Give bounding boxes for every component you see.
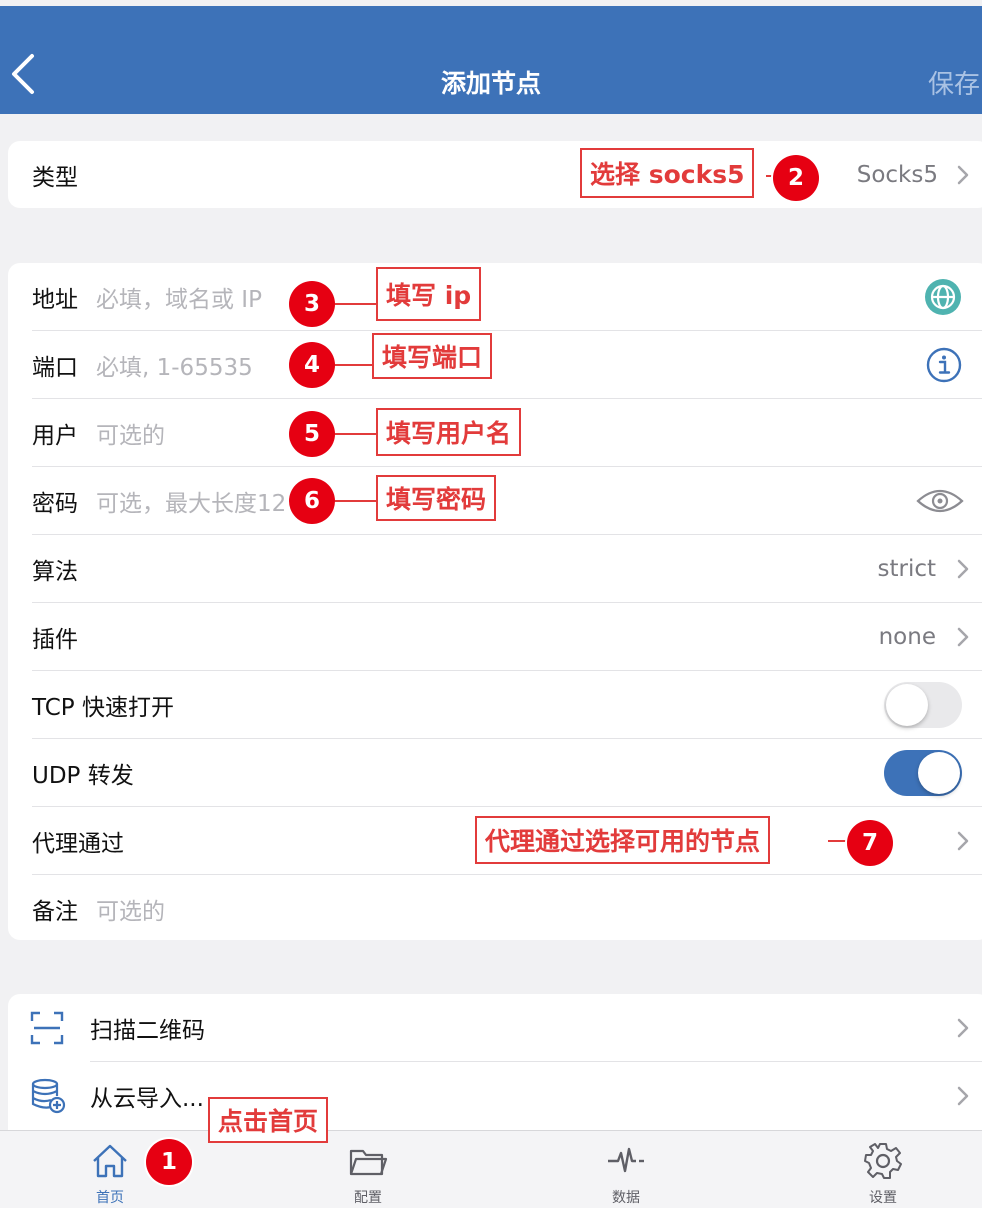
algorithm-row[interactable]: 算法 strict	[8, 535, 982, 603]
chevron-right-icon	[957, 627, 969, 647]
actions-card: 扫描二维码 从云导入...	[8, 994, 982, 1130]
proxy-via-label: 代理通过	[32, 831, 124, 857]
user-label: 用户	[32, 423, 78, 449]
annotation-fill-password: 填写密码	[376, 475, 497, 521]
annotation-connector	[828, 840, 848, 842]
annotation-connector	[335, 303, 377, 305]
info-icon[interactable]	[926, 347, 962, 383]
type-card: 类型 Socks5	[8, 141, 982, 208]
chevron-right-icon	[957, 1086, 969, 1106]
chevron-right-icon	[957, 1018, 969, 1038]
note-input[interactable]: 可选的	[96, 892, 165, 926]
tcp-fast-open-row: TCP 快速打开	[8, 671, 982, 739]
password-input[interactable]: 可选，最大长度12	[96, 484, 286, 518]
tab-settings[interactable]: 设置	[823, 1131, 943, 1208]
annotation-fill-port: 填写端口	[372, 333, 493, 379]
pulse-icon	[608, 1147, 644, 1173]
annotation-badge-4: 4	[289, 342, 335, 388]
tab-settings-label: 设置	[869, 1190, 897, 1206]
type-row[interactable]: 类型 Socks5	[8, 141, 982, 208]
password-label: 密码	[32, 491, 78, 517]
tcp-fast-open-label: TCP 快速打开	[32, 695, 174, 721]
annotation-badge-5: 5	[289, 411, 335, 457]
plugin-value: none	[878, 624, 936, 650]
udp-forward-toggle[interactable]	[884, 750, 962, 796]
chevron-right-icon	[957, 831, 969, 851]
annotation-click-home: 点击首页	[208, 1097, 329, 1143]
folder-icon	[349, 1149, 388, 1176]
gear-icon	[864, 1143, 902, 1179]
scan-qr-row[interactable]: 扫描二维码	[8, 994, 982, 1062]
annotation-badge-6: 6	[289, 478, 335, 524]
note-label: 备注	[32, 899, 78, 925]
cloud-import-row[interactable]: 从云导入...	[8, 1062, 982, 1130]
toggle-knob	[886, 684, 928, 726]
annotation-connector	[335, 433, 377, 435]
annotation-fill-ip: 填写 ip	[376, 267, 482, 321]
database-add-icon	[31, 1078, 66, 1114]
user-input[interactable]: 可选的	[96, 416, 165, 450]
chevron-right-icon	[957, 559, 969, 579]
port-input[interactable]: 必填, 1-65535	[96, 348, 253, 382]
type-label: 类型	[32, 164, 78, 191]
annotation-fill-username: 填写用户名	[376, 408, 522, 456]
toggle-knob	[918, 752, 960, 794]
address-input[interactable]: 必填，域名或 IP	[96, 280, 262, 314]
tab-home-label: 首页	[96, 1190, 124, 1206]
type-value: Socks5	[856, 161, 938, 188]
page-title: 添加节点	[440, 69, 541, 98]
tab-data-label: 数据	[612, 1190, 640, 1206]
address-row[interactable]: 地址 必填，域名或 IP	[8, 263, 982, 331]
home-icon	[93, 1144, 127, 1178]
plugin-label: 插件	[32, 627, 78, 653]
port-row[interactable]: 端口 必填, 1-65535	[8, 331, 982, 399]
navigation-bar: 添加节点 保存	[0, 6, 982, 114]
cloud-import-label: 从云导入...	[90, 1086, 204, 1112]
eye-icon[interactable]	[916, 485, 964, 517]
annotation-badge-1: 1	[146, 1139, 192, 1185]
tcp-fast-open-toggle[interactable]	[884, 682, 962, 728]
annotation-connector	[335, 364, 373, 366]
annotation-badge-2: 2	[773, 155, 819, 201]
save-button[interactable]: 保存	[928, 64, 980, 101]
udp-forward-row: UDP 转发	[8, 739, 982, 807]
tab-config-label: 配置	[354, 1190, 382, 1206]
annotation-select-socks5: 选择 socks5	[580, 148, 755, 198]
plugin-row[interactable]: 插件 none	[8, 603, 982, 671]
scan-qr-label: 扫描二维码	[90, 1018, 205, 1044]
annotation-proxy-via: 代理通过选择可用的节点	[475, 816, 771, 864]
qr-scan-icon	[30, 1011, 64, 1045]
annotation-badge-3: 3	[289, 281, 335, 327]
annotation-badge-7: 7	[847, 820, 893, 866]
port-label: 端口	[32, 355, 78, 381]
chevron-right-icon	[957, 165, 969, 184]
algorithm-value: strict	[877, 556, 936, 582]
globe-icon[interactable]	[924, 278, 962, 316]
annotation-connector	[335, 500, 377, 502]
address-label: 地址	[32, 287, 78, 313]
note-row[interactable]: 备注 可选的	[8, 875, 982, 943]
udp-forward-label: UDP 转发	[32, 763, 134, 789]
algorithm-label: 算法	[32, 559, 78, 585]
tab-data[interactable]: 数据	[566, 1131, 686, 1208]
